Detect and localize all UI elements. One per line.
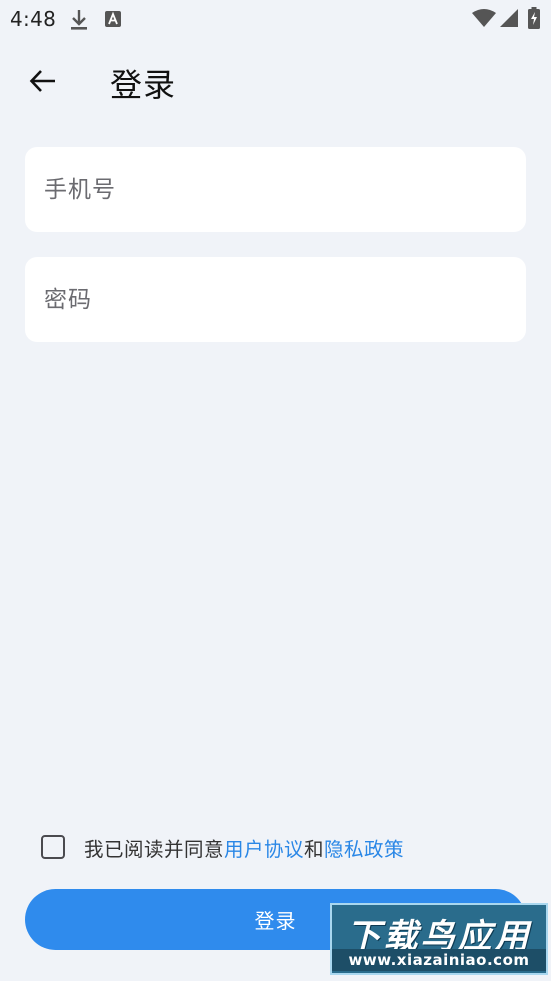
back-button[interactable] <box>20 58 66 104</box>
agreement-conjunction: 和 <box>304 837 325 861</box>
password-field[interactable] <box>25 257 526 342</box>
agreement-checkbox[interactable] <box>41 835 65 859</box>
watermark-logo: 下载鸟应用 www.xiazainiao.com <box>330 903 548 975</box>
page-title: 登录 <box>110 66 177 104</box>
agreement-prefix: 我已阅读并同意 <box>84 837 225 861</box>
agreement-text: 我已阅读并同意用户协议和隐私政策 <box>84 833 404 862</box>
battery-charging-icon <box>528 7 540 29</box>
download-icon <box>71 10 87 30</box>
cell-signal-icon <box>500 9 518 27</box>
text-a-icon <box>105 11 121 27</box>
app-bar: 登录 <box>0 44 551 120</box>
user-agreement-link[interactable]: 用户协议 <box>224 838 304 861</box>
status-bar: 4:48 <box>0 0 551 38</box>
agreement-row: 我已阅读并同意用户协议和隐私政策 <box>41 831 521 863</box>
watermark-url: www.xiazainiao.com <box>332 949 546 971</box>
password-input[interactable] <box>25 257 526 342</box>
phone-field[interactable] <box>25 147 526 232</box>
wifi-icon <box>472 9 496 27</box>
status-time: 4:48 <box>10 7 57 31</box>
privacy-policy-link[interactable]: 隐私政策 <box>324 838 404 861</box>
phone-input[interactable] <box>25 147 526 232</box>
arrow-left-icon <box>29 70 55 92</box>
